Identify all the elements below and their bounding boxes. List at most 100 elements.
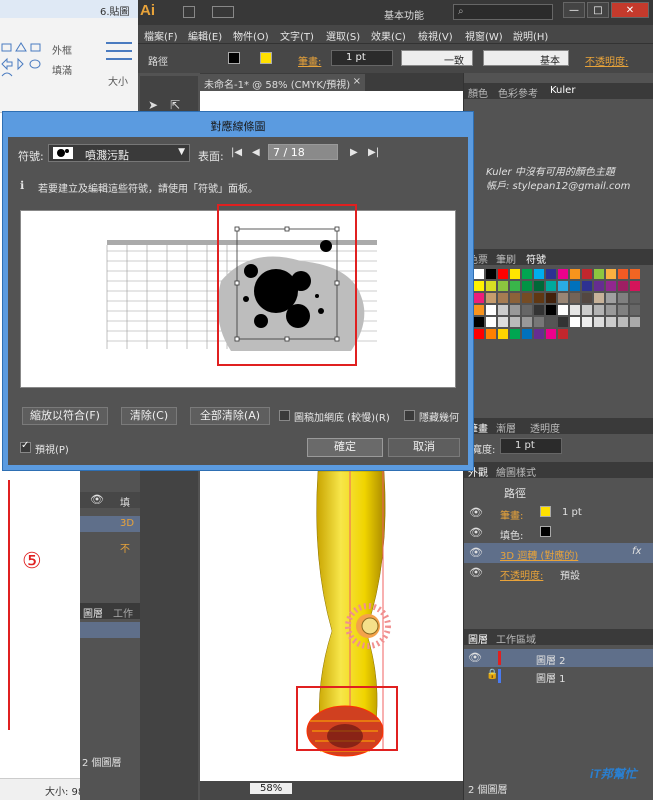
scale-to-fit-button[interactable]: 縮放以符合(F) [22,407,108,425]
visibility-eye-icon[interactable]: 👁 [469,566,483,579]
swatch-chip[interactable] [558,269,568,279]
variable-width-profile[interactable]: 一致 [401,50,473,67]
tab-artboards[interactable]: 工作區域 [496,631,536,646]
swatch-chip[interactable] [594,293,604,303]
zoom-level[interactable]: 58% [250,783,293,794]
swatch-chip[interactable] [630,269,640,279]
tab-color[interactable]: 顏色 [468,85,488,100]
swatch-chip[interactable] [534,317,544,327]
prev-surface-icon[interactable]: ◀ [252,147,260,158]
swatch-chip[interactable] [522,269,532,279]
swatch-chip[interactable] [558,293,568,303]
workspace-switcher[interactable]: 基本功能 [384,7,424,22]
swatch-chip[interactable] [570,281,580,291]
stroke-weight-field[interactable]: 1 pt [331,50,393,66]
visibility-eye-icon[interactable]: 👁 [469,506,483,519]
tab-kuler[interactable]: Kuler [550,85,575,96]
swatch-chip[interactable] [618,269,628,279]
menu-window[interactable]: 視窗(W) [465,28,503,43]
swatch-chip[interactable] [606,269,616,279]
swatch-chip[interactable] [534,293,544,303]
swatch-chip[interactable] [570,305,580,315]
swatch-chip[interactable] [594,269,604,279]
surface-field[interactable]: 7 / 18 [268,144,338,160]
fill-swatch[interactable] [228,52,240,64]
tab-brushes[interactable]: 筆刷 [496,251,516,266]
swatch-chip[interactable] [486,293,496,303]
swatch-chip[interactable] [522,281,532,291]
preview-checkbox[interactable]: ✓ [20,440,31,453]
swatch-chip[interactable] [522,317,532,327]
swatch-chip[interactable] [546,305,556,315]
swatch-chip[interactable] [522,305,532,315]
swatch-chip[interactable] [582,305,592,315]
fill-label[interactable]: 填滿 [52,62,72,77]
swatch-grid[interactable] [474,269,644,344]
menu-effect[interactable]: 效果(C) [371,28,406,43]
swatch-chip[interactable] [558,317,568,327]
tab-transparency[interactable]: 透明度 [530,420,560,435]
line-style-icon[interactable] [106,42,132,44]
swatch-chip[interactable] [474,329,484,339]
minimize-button[interactable]: — [563,2,585,18]
appearance-fill-row[interactable]: 👁 填色: [464,523,653,543]
swatch-chip[interactable] [498,329,508,339]
menu-file[interactable]: 檔案(F) [144,28,178,43]
stroke-color-chip[interactable] [540,506,551,517]
swatch-chip[interactable] [582,281,592,291]
maximize-button[interactable]: □ [587,2,609,18]
size-label[interactable]: 大小 [108,73,128,88]
lock-icon[interactable]: 🔒 [486,669,498,680]
swatch-chip[interactable] [510,269,520,279]
selection-tool-icon[interactable]: ➤ [148,98,162,112]
swatch-chip[interactable] [498,317,508,327]
visibility-eye-icon[interactable]: 👁 [469,546,483,559]
swatch-chip[interactable] [486,269,496,279]
swatch-chip[interactable] [570,317,580,327]
brush-definition[interactable]: 基本 [483,50,569,67]
layer-row[interactable]: 🔒 圖層 1 [464,667,653,685]
swatch-chip[interactable] [546,281,556,291]
shade-artwork-checkbox[interactable] [279,410,290,421]
swatch-chip[interactable] [606,317,616,327]
swatch-chip[interactable] [534,281,544,291]
swatch-chip[interactable] [582,317,592,327]
swatch-chip[interactable] [510,281,520,291]
clear-button[interactable]: 清除(C) [121,407,177,425]
tab-layers[interactable]: 圖層 [468,631,488,646]
cancel-button[interactable]: 取消 [388,438,460,457]
mini-layer-row[interactable] [80,622,140,638]
visibility-eye-icon[interactable]: 👁 [468,651,482,664]
swatch-chip[interactable] [498,293,508,303]
swatch-chip[interactable] [618,293,628,303]
swatch-chip[interactable] [498,281,508,291]
swatch-chip[interactable] [474,293,484,303]
menu-edit[interactable]: 編輯(E) [188,28,222,43]
invisible-geometry-checkbox[interactable] [404,410,415,421]
swatch-chip[interactable] [510,329,520,339]
appearance-opacity-row[interactable]: 👁 不透明度: 預設 [464,563,653,583]
stroke-weight-input[interactable]: 1 pt [500,438,562,454]
swatch-chip[interactable] [606,305,616,315]
swatch-chip[interactable] [570,293,580,303]
stroke-swatch[interactable] [260,52,272,64]
swatch-chip[interactable] [558,281,568,291]
swatch-chip[interactable] [474,281,484,291]
swatch-chip[interactable] [534,329,544,339]
appearance-effect-row[interactable]: 👁 3D 迴轉 (對應的) fx [464,543,653,563]
fx-icon[interactable]: fx [632,546,641,557]
stroke-label[interactable]: 筆畫: [298,53,321,68]
next-surface-icon[interactable]: ▶ [350,147,358,158]
direct-selection-tool-icon[interactable]: ⇱ [170,98,184,112]
swatch-chip[interactable] [546,329,556,339]
swatch-chip[interactable] [558,329,568,339]
swatch-chip[interactable] [474,317,484,327]
swatch-chip[interactable] [606,281,616,291]
swatch-chip[interactable] [630,293,640,303]
swatch-chip[interactable] [522,293,532,303]
swatch-chip[interactable] [474,269,484,279]
swatch-chip[interactable] [546,293,556,303]
swatch-chip[interactable] [522,329,532,339]
bridge-icon[interactable] [183,6,195,18]
swatch-chip[interactable] [618,305,628,315]
